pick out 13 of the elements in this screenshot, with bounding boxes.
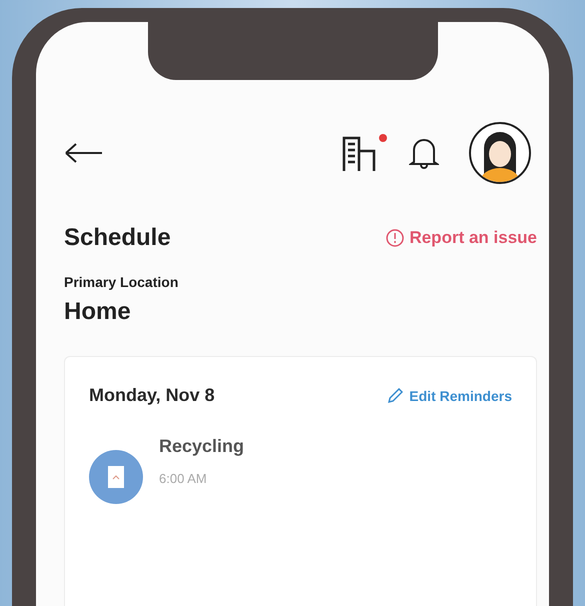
edit-reminders-link[interactable]: Edit Reminders <box>387 388 512 404</box>
location-name: Home <box>64 298 132 326</box>
bin-icon <box>89 450 143 504</box>
report-issue-link[interactable]: Report an issue <box>386 228 537 248</box>
building-button[interactable] <box>341 134 387 172</box>
schedule-title: Schedule <box>64 224 171 252</box>
location-label: Primary Location <box>64 274 180 290</box>
pickup-name: Recycling <box>159 436 244 457</box>
alert-icon <box>386 229 404 247</box>
date-heading: Monday, Nov 8 <box>89 385 215 406</box>
pencil-icon <box>387 388 404 404</box>
back-button[interactable] <box>64 142 104 164</box>
pickup-time: 6:00 AM <box>159 471 208 486</box>
